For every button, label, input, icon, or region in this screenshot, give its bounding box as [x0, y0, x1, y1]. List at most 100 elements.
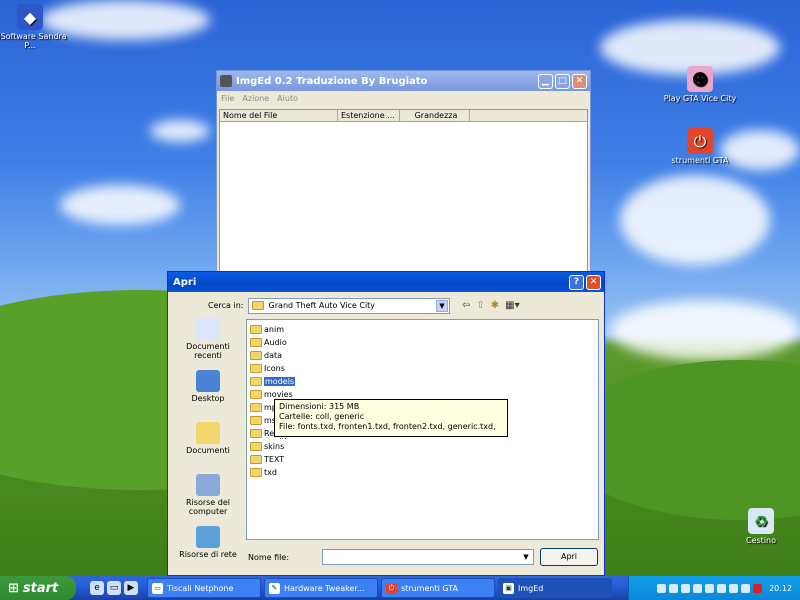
imged-menubar: File Azione Aiuto — [217, 91, 590, 105]
help-button[interactable]: ? — [569, 274, 584, 290]
clock[interactable]: 20.12 — [769, 584, 792, 593]
up-folder-icon[interactable]: ⇧ — [476, 300, 484, 311]
list-item[interactable]: anim — [250, 323, 284, 336]
task-label: Tiscali Netphone — [167, 583, 234, 593]
ati-icon[interactable] — [753, 583, 763, 593]
desktop-icon-cestino[interactable]: ♻ Cestino — [723, 508, 799, 545]
desktop-icon-label: Play GTA Vice City — [663, 94, 737, 103]
media-player-icon[interactable]: ▶ — [124, 581, 138, 595]
maximize-button[interactable]: □ — [555, 73, 570, 89]
tray-icon[interactable] — [693, 583, 703, 593]
folder-icon — [250, 364, 262, 373]
minimize-button[interactable]: ▁ — [538, 73, 553, 89]
task-label: ImgEd — [518, 583, 544, 593]
lookin-combo[interactable]: Grand Theft Auto Vice City ▼ — [248, 298, 450, 314]
folder-icon — [252, 301, 264, 310]
folder-icon — [250, 403, 262, 412]
tray-icon[interactable] — [657, 583, 667, 593]
new-folder-icon[interactable]: ✱ — [491, 300, 499, 311]
recycle-bin-icon: ♻ — [748, 508, 774, 534]
column-header-extension[interactable]: Estenzione ... — [338, 110, 400, 121]
task-imged[interactable]: ▣ ImgEd — [498, 578, 612, 598]
folder-icon — [250, 429, 262, 438]
places-bar: Documenti recenti Desktop Documenti Riso… — [177, 318, 239, 578]
menu-file[interactable]: File — [221, 94, 234, 103]
quick-launch: e ▭ ▶ — [90, 581, 141, 595]
desktop-icon-gta[interactable]: ☻ Play GTA Vice City — [662, 66, 738, 103]
list-item[interactable]: Audio — [250, 336, 287, 349]
open-dialog-titlebar[interactable]: Apri ? ✕ — [168, 272, 604, 292]
place-computer[interactable]: Risorse del computer — [177, 474, 239, 524]
folder-icon — [250, 351, 262, 360]
place-label: Documenti — [186, 446, 230, 455]
help-icon: ? — [573, 277, 580, 287]
desktop-icon-label: Cestino — [746, 536, 776, 545]
list-item[interactable]: Re — [250, 427, 274, 440]
documents-icon — [196, 422, 220, 444]
task-tiscali[interactable]: ▭ Tiscali Netphone — [147, 578, 261, 598]
open-button[interactable]: Apri — [540, 548, 598, 566]
folder-icon — [250, 390, 262, 399]
column-header-size[interactable]: Grandezza — [400, 110, 470, 121]
cloud — [60, 185, 180, 225]
tray-icon[interactable] — [741, 583, 751, 593]
list-item[interactable]: Icons — [250, 362, 285, 375]
place-documents[interactable]: Documenti — [177, 422, 239, 472]
view-menu-icon[interactable]: ▦▾ — [505, 300, 519, 311]
list-item-selected[interactable]: models — [250, 375, 296, 388]
tray-icon[interactable] — [729, 583, 739, 593]
close-button[interactable]: ✕ — [572, 73, 587, 89]
desktop-icon-strumenti[interactable]: ⏻ strumenti GTA — [662, 128, 738, 165]
show-desktop-icon[interactable]: ▭ — [107, 581, 121, 595]
recent-documents-icon — [196, 318, 220, 340]
filename-input[interactable]: ▼ — [322, 549, 534, 565]
window-icon: ▭ — [152, 582, 163, 594]
dialog-close-button[interactable]: ✕ — [586, 274, 601, 290]
imged-app-icon: ▣ — [503, 582, 514, 594]
place-network[interactable]: Risorse di rete — [177, 526, 239, 576]
imged-window: ImgEd 0.2 Traduzione By Brugiato ▁ □ ✕ F… — [216, 70, 591, 280]
start-button[interactable]: ⊞ start — [0, 576, 76, 600]
system-tray: 20.12 — [628, 576, 800, 600]
desktop-icon — [196, 370, 220, 392]
close-icon: ✕ — [575, 76, 584, 86]
sandra-icon: ◆ — [17, 4, 43, 30]
tooltip-line: Cartelle: coll, generic — [279, 412, 365, 421]
menu-azione[interactable]: Azione — [242, 94, 269, 103]
place-recent[interactable]: Documenti recenti — [177, 318, 239, 368]
task-strumenti-gta[interactable]: ⏻ strumenti GTA — [381, 578, 495, 598]
folder-icon — [250, 416, 262, 425]
place-desktop[interactable]: Desktop — [177, 370, 239, 420]
imged-titlebar[interactable]: ImgEd 0.2 Traduzione By Brugiato ▁ □ ✕ — [217, 71, 590, 91]
maximize-icon: □ — [558, 76, 567, 86]
cloud — [150, 120, 210, 142]
tray-icon[interactable] — [681, 583, 691, 593]
column-header-name[interactable]: Nome del File — [220, 110, 338, 121]
desktop-icon-label: SiSoftware Sandra P... — [0, 32, 67, 50]
list-item[interactable]: ms — [250, 414, 276, 427]
list-item[interactable]: data — [250, 349, 282, 362]
list-item[interactable]: txd — [250, 466, 277, 479]
desktop-icon-sandra[interactable]: ◆ SiSoftware Sandra P... — [0, 4, 68, 50]
menu-aiuto[interactable]: Aiuto — [277, 94, 298, 103]
filename-label: Nome file: — [248, 553, 290, 562]
place-label: Desktop — [191, 394, 225, 403]
tray-icon[interactable] — [705, 583, 715, 593]
task-hardware-tweaker[interactable]: ✎ Hardware Tweaker... — [264, 578, 378, 598]
imged-file-list[interactable]: Nome del File Estenzione ... Grandezza — [219, 109, 588, 277]
tray-icon[interactable] — [669, 583, 679, 593]
tooltip-line: File: fonts.txd, fronten1.txd, fronten2.… — [279, 422, 496, 441]
folder-icon — [250, 325, 262, 334]
list-item[interactable]: TEXT — [250, 453, 284, 466]
list-item[interactable]: mp — [250, 401, 277, 414]
folder-icon — [250, 338, 262, 347]
ie-icon[interactable]: e — [90, 581, 104, 595]
computer-icon — [196, 474, 220, 496]
chevron-down-icon[interactable]: ▼ — [520, 551, 532, 563]
folder-icon — [250, 377, 262, 386]
back-icon[interactable]: ⇦ — [462, 300, 470, 311]
task-label: Hardware Tweaker... — [284, 583, 365, 593]
windows-logo-icon: ⊞ — [8, 580, 19, 596]
chevron-down-icon[interactable]: ▼ — [436, 300, 448, 312]
tray-icon[interactable] — [717, 583, 727, 593]
